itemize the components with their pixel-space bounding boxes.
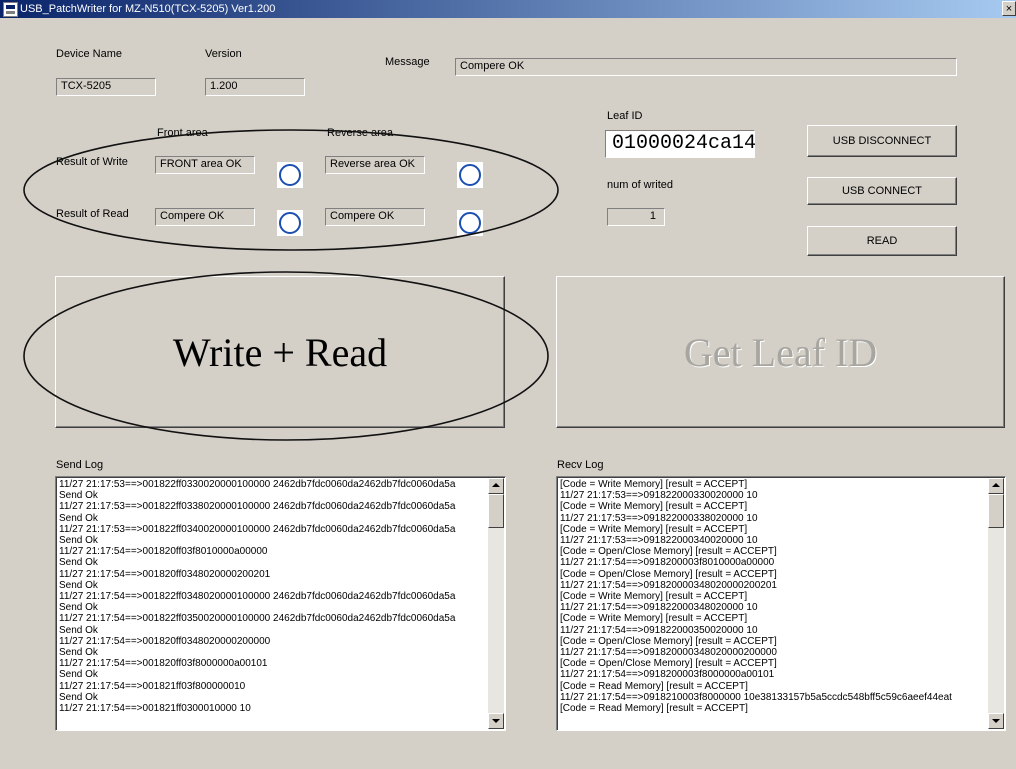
front-area-label: Front area <box>157 127 208 139</box>
log-line: Send Ok <box>59 490 98 502</box>
message-field: Compere OK <box>455 58 957 76</box>
log-line: 11/27 21:17:53==>091822000340020000 10 <box>560 535 758 547</box>
log-line: Send Ok <box>59 602 98 614</box>
read-front-field: Compere OK <box>155 208 255 226</box>
log-line: 11/27 21:17:54==>001821ff03f800000010 <box>59 680 246 692</box>
scroll-up-arrow-icon[interactable] <box>488 478 504 494</box>
recv-log-label: Recv Log <box>557 459 604 471</box>
recv-log-lines: [Code = Write Memory] [result = ACCEPT] 1… <box>560 479 986 728</box>
log-line: [Code = Open/Close Memory] [result = ACC… <box>560 546 777 558</box>
write-front-status-indicator <box>277 162 303 188</box>
send-log-lines: 11/27 21:17:53==>001822ff033002000010000… <box>59 479 486 728</box>
log-line: 11/27 21:17:53==>001822ff033002000010000… <box>59 479 456 490</box>
log-line: [Code = Write Memory] [result = ACCEPT] <box>560 591 748 603</box>
device-name-field: TCX-5205 <box>56 78 156 96</box>
log-line: Send Ok <box>59 557 98 569</box>
read-button[interactable]: READ <box>807 226 957 256</box>
log-line: 11/27 21:17:54==>09182000034802000020020… <box>560 579 777 591</box>
log-line: [Code = Write Memory] [result = ACCEPT] <box>560 479 748 490</box>
log-line: 11/27 21:17:53==>091822000338020000 10 <box>560 512 758 524</box>
log-line: [Code = Open/Close Memory] [result = ACC… <box>560 635 777 647</box>
log-line: Send Ok <box>59 535 98 547</box>
send-log-label: Send Log <box>56 459 104 471</box>
app-icon <box>3 2 18 17</box>
version-field: 1.200 <box>205 78 305 96</box>
read-front-status-indicator <box>277 210 303 236</box>
log-line: [Code = Read Memory] [result = ACCEPT] <box>560 703 748 715</box>
log-line: 11/27 21:17:53==>091822000330020000 10 <box>560 490 758 502</box>
log-line: 11/27 21:17:54==>0918200003f8010000a0000… <box>560 557 775 569</box>
log-line: 11/27 21:17:54==>091822000350020000 10 <box>560 624 758 636</box>
get-leaf-id-button[interactable]: Get Leaf ID <box>556 276 1005 428</box>
log-line: [Code = Open/Close Memory] [result = ACC… <box>560 658 777 670</box>
log-line: Send Ok <box>59 691 98 703</box>
read-reverse-field: Compere OK <box>325 208 425 226</box>
message-label: Message <box>385 56 430 68</box>
log-line: 11/27 21:17:54==>001820ff03f8010000a0000… <box>59 546 268 558</box>
reverse-area-label: Reverse area <box>327 127 394 139</box>
log-line: 11/27 21:17:54==>09182000034802000020000… <box>560 647 777 659</box>
log-line: [Code = Write Memory] [result = ACCEPT] <box>560 523 748 535</box>
recv-log-scrollbar[interactable] <box>988 478 1004 729</box>
num-writed-field: 1 <box>607 208 665 226</box>
write-reverse-field: Reverse area OK <box>325 156 425 174</box>
scroll-thumb[interactable] <box>488 494 504 528</box>
write-reverse-status-indicator <box>457 162 483 188</box>
usb-connect-button[interactable]: USB CONNECT <box>807 177 957 205</box>
window-title: USB_PatchWriter for MZ-N510(TCX-5205) Ve… <box>20 3 276 15</box>
log-line: 11/27 21:17:54==>001822ff034802000010000… <box>59 591 456 603</box>
leaf-id-label: Leaf ID <box>607 110 643 122</box>
log-line: 11/27 21:17:54==>001820ff034802000020020… <box>59 568 271 580</box>
log-line: Send Ok <box>59 624 98 636</box>
write-read-button[interactable]: Write + Read <box>55 276 505 428</box>
device-name-label: Device Name <box>56 48 123 60</box>
write-front-field: FRONT area OK <box>155 156 255 174</box>
version-label: Version <box>205 48 242 60</box>
log-line: 11/27 21:17:54==>001820ff03f8000000a0010… <box>59 658 268 670</box>
send-log-box[interactable]: 11/27 21:17:53==>001822ff033002000010000… <box>55 476 506 731</box>
scroll-up-arrow-icon[interactable] <box>988 478 1004 494</box>
log-line: 11/27 21:17:54==>001822ff035002000010000… <box>59 613 456 625</box>
result-write-label: Result of Write <box>56 156 128 168</box>
log-line: Send Ok <box>59 579 98 591</box>
send-log-scrollbar[interactable] <box>488 478 504 729</box>
log-line: Send Ok <box>59 647 98 659</box>
log-line: [Code = Write Memory] [result = ACCEPT] <box>560 501 748 513</box>
log-line: [Code = Write Memory] [result = ACCEPT] <box>560 613 748 625</box>
title-bar: USB_PatchWriter for MZ-N510(TCX-5205) Ve… <box>0 0 1016 18</box>
log-line: 11/27 21:17:54==>0918210003f8000000 10e3… <box>560 691 952 703</box>
recv-log-box[interactable]: [Code = Write Memory] [result = ACCEPT] 1… <box>556 476 1006 731</box>
log-line: 11/27 21:17:53==>001822ff033802000010000… <box>59 501 456 513</box>
log-line: 11/27 21:17:54==>091822000348020000 10 <box>560 602 758 614</box>
scroll-down-arrow-icon[interactable] <box>988 713 1004 729</box>
result-read-label: Result of Read <box>56 208 129 220</box>
log-line: 11/27 21:17:54==>001821ff0300010000 10 <box>59 703 251 715</box>
close-button[interactable]: × <box>1002 1 1016 16</box>
num-writed-label: num of writed <box>607 179 674 191</box>
log-line: [Code = Read Memory] [result = ACCEPT] <box>560 680 748 692</box>
log-line: 11/27 21:17:54==>0918200003f8000000a0010… <box>560 669 775 681</box>
log-line: 11/27 21:17:54==>001820ff034802000020000… <box>59 635 271 647</box>
log-line: [Code = Open/Close Memory] [result = ACC… <box>560 568 777 580</box>
log-line: Send Ok <box>59 512 98 524</box>
log-line: Send Ok <box>59 669 98 681</box>
read-reverse-status-indicator <box>457 210 483 236</box>
log-line: 11/27 21:17:53==>001822ff034002000010000… <box>59 523 456 535</box>
scroll-thumb[interactable] <box>988 494 1004 528</box>
leaf-id-field: 01000024ca14 <box>605 130 756 158</box>
scroll-down-arrow-icon[interactable] <box>488 713 504 729</box>
usb-disconnect-button[interactable]: USB DISCONNECT <box>807 125 957 157</box>
